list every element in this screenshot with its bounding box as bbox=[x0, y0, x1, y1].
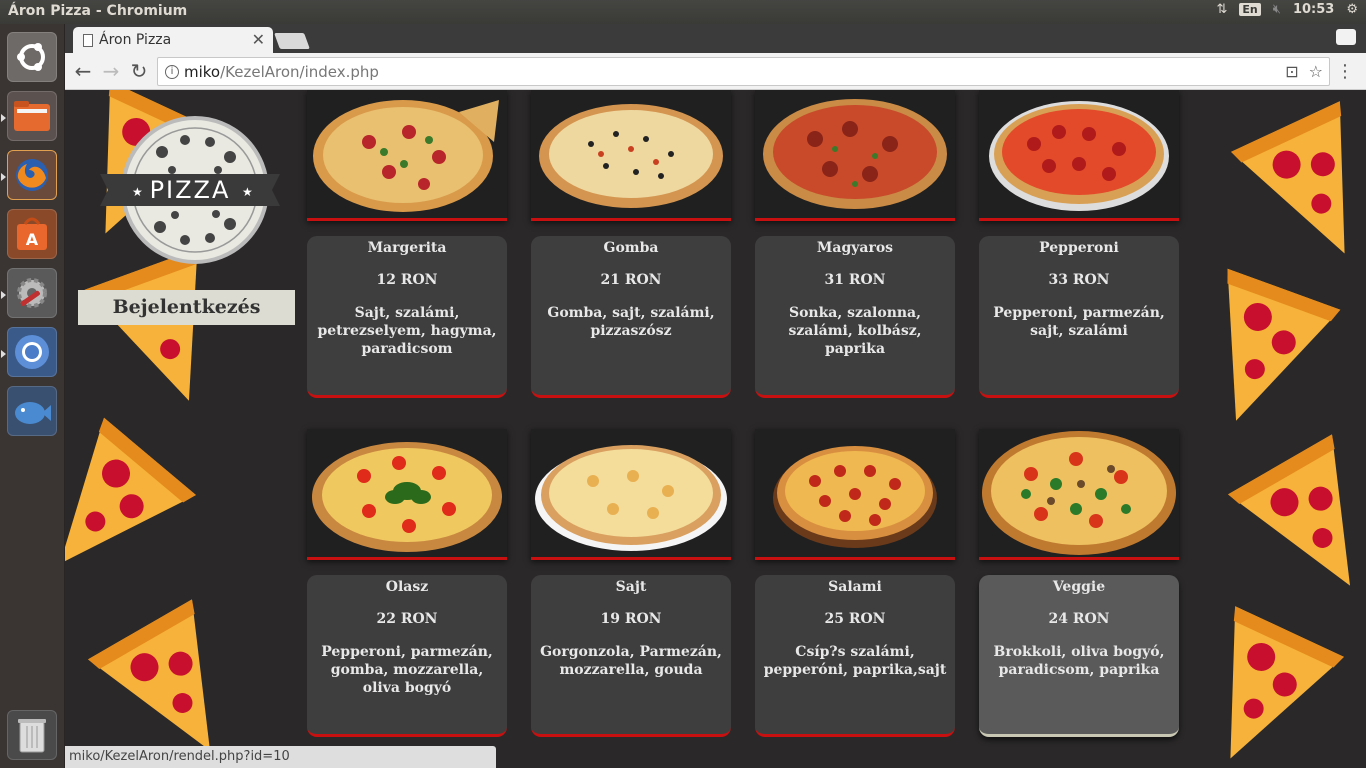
pizza-image[interactable] bbox=[531, 90, 731, 221]
logo-text: PIZZA bbox=[150, 176, 231, 204]
clock[interactable]: 10:53 bbox=[1293, 2, 1334, 17]
pizza-card[interactable]: Salami 25 RON Csíp?s szalámi, pepperóni,… bbox=[755, 429, 955, 737]
pizza-info[interactable]: Veggie 24 RON Brokkoli, oliva bogyó, par… bbox=[979, 575, 1179, 737]
close-icon[interactable]: ✕ bbox=[252, 30, 265, 49]
pizza-price: 12 RON bbox=[376, 272, 438, 288]
pizza-name: Olasz bbox=[385, 579, 429, 595]
back-arrow-icon[interactable]: ← bbox=[71, 59, 95, 83]
pizza-price: 21 RON bbox=[600, 272, 662, 288]
pizza-card[interactable]: Olasz 22 RON Pepperoni, parmezán, gomba,… bbox=[307, 429, 507, 737]
pizza-name: Pepperoni bbox=[1039, 240, 1119, 256]
svg-text:★: ★ bbox=[242, 185, 253, 199]
tab-bar: Áron Pizza ✕ bbox=[65, 24, 1366, 53]
settings-gear-icon[interactable]: ⚙ bbox=[1346, 2, 1358, 17]
pizza-name: Margerita bbox=[367, 240, 447, 256]
browser-tab[interactable]: Áron Pizza ✕ bbox=[73, 27, 273, 53]
pizza-name: Gomba bbox=[603, 240, 659, 256]
pizza-card[interactable]: Magyaros 31 RON Sonka, szalonna, szalámi… bbox=[755, 90, 955, 398]
page-content: PIZZA ★ ★ Bejelentkezés Margerita 12 RON… bbox=[65, 90, 1366, 768]
pizza-ingredients: Sajt, szalámi, petrezselyem, hagyma, par… bbox=[317, 305, 497, 357]
pizza-ingredients: Gorgonzola, Parmezán, mozzarella, gouda bbox=[540, 644, 722, 678]
window-title: Áron Pizza - Chromium bbox=[8, 3, 188, 19]
pizza-name: Salami bbox=[828, 579, 882, 595]
pizza-card[interactable]: Sajt 19 RON Gorgonzola, Parmezán, mozzar… bbox=[531, 429, 731, 737]
top-panel: Áron Pizza - Chromium ⇅ En 🔇︎ 10:53 ⚙ bbox=[0, 0, 1366, 24]
ubuntu-dash-icon[interactable] bbox=[7, 32, 57, 82]
pizza-slice-icon bbox=[1163, 593, 1358, 768]
new-tab-button[interactable] bbox=[274, 33, 310, 49]
pizza-price: 19 RON bbox=[600, 611, 662, 627]
pizza-info[interactable]: Pepperoni 33 RON Pepperoni, parmezán, sa… bbox=[979, 236, 1179, 398]
firefox-icon[interactable] bbox=[1, 150, 57, 200]
pizza-image[interactable] bbox=[307, 90, 507, 221]
system-settings-icon[interactable] bbox=[1, 268, 57, 318]
pizza-name: Veggie bbox=[1052, 579, 1106, 595]
files-icon[interactable] bbox=[1, 91, 57, 141]
indicators: ⇅ En 🔇︎ 10:53 ⚙ bbox=[1216, 2, 1358, 17]
browser-toolbar: ← → ↻ i miko/KezelAron/index.php ⊡ ☆ ⋮ bbox=[65, 53, 1366, 90]
launcher: A bbox=[0, 24, 65, 768]
status-bar-url: miko/KezelAron/rendel.php?id=10 bbox=[65, 746, 496, 768]
login-button[interactable]: Bejelentkezés bbox=[78, 290, 295, 325]
pizza-ingredients: Pepperoni, parmezán, gomba, mozzarella, … bbox=[321, 644, 493, 696]
pizza-price: 22 RON bbox=[376, 611, 438, 627]
pizza-image[interactable] bbox=[979, 429, 1179, 560]
pizza-name: Magyaros bbox=[816, 240, 894, 256]
address-bar[interactable]: i miko/KezelAron/index.php ⊡ ☆ bbox=[157, 57, 1330, 86]
pizza-image[interactable] bbox=[755, 90, 955, 221]
pizza-card[interactable]: Margerita 12 RON Sajt, szalámi, petrezse… bbox=[307, 90, 507, 398]
pizza-info[interactable]: Margerita 12 RON Sajt, szalámi, petrezse… bbox=[307, 236, 507, 398]
chromium-icon[interactable] bbox=[1, 327, 57, 377]
pizza-ingredients: Sonka, szalonna, szalámi, kolbász, papri… bbox=[788, 305, 922, 357]
pizza-ingredients: Gomba, sajt, szalámi, pizzaszósz bbox=[547, 305, 715, 339]
pizza-info[interactable]: Salami 25 RON Csíp?s szalámi, pepperóni,… bbox=[755, 575, 955, 737]
pizza-price: 31 RON bbox=[824, 272, 886, 288]
pizza-card[interactable]: Pepperoni 33 RON Pepperoni, parmezán, sa… bbox=[979, 90, 1179, 398]
tab-title: Áron Pizza bbox=[99, 32, 172, 48]
pizza-info[interactable]: Olasz 22 RON Pepperoni, parmezán, gomba,… bbox=[307, 575, 507, 737]
pizza-ingredients: Brokkoli, oliva bogyó, paradicsom, papri… bbox=[993, 644, 1165, 678]
pizza-image[interactable] bbox=[531, 429, 731, 560]
pizza-info[interactable]: Magyaros 31 RON Sonka, szalonna, szalámi… bbox=[755, 236, 955, 398]
info-icon[interactable]: i bbox=[165, 65, 179, 79]
url-host: miko bbox=[184, 63, 221, 81]
pizza-image[interactable] bbox=[979, 90, 1179, 221]
software-center-icon[interactable]: A bbox=[7, 209, 57, 259]
pizza-card[interactable]: Veggie 24 RON Brokkoli, oliva bogyó, par… bbox=[979, 429, 1179, 737]
url-path: /KezelAron/index.php bbox=[220, 63, 379, 81]
profile-icon[interactable] bbox=[1336, 29, 1356, 45]
pizza-ingredients: Pepperoni, parmezán, sajt, szalámi bbox=[993, 305, 1165, 339]
trash-icon[interactable] bbox=[7, 710, 57, 760]
pizza-info[interactable]: Sajt 19 RON Gorgonzola, Parmezán, mozzar… bbox=[531, 575, 731, 737]
bookmark-star-icon[interactable]: ☆ bbox=[1309, 62, 1323, 81]
menu-icon[interactable]: ⋮ bbox=[1336, 61, 1354, 82]
pizza-price: 24 RON bbox=[1048, 611, 1110, 627]
pizza-logo[interactable]: PIZZA ★ ★ bbox=[100, 112, 280, 272]
reload-icon[interactable]: ↻ bbox=[127, 59, 151, 83]
keyboard-layout[interactable]: En bbox=[1239, 3, 1261, 16]
sidebar: PIZZA ★ ★ Bejelentkezés bbox=[78, 90, 295, 768]
network-icon[interactable]: ⇅ bbox=[1216, 2, 1227, 17]
pizza-ingredients: Csíp?s szalámi, pepperóni, paprika,sajt bbox=[763, 644, 947, 678]
svg-text:★: ★ bbox=[132, 185, 143, 199]
forward-arrow-icon[interactable]: → bbox=[99, 59, 123, 83]
pizza-card[interactable]: Gomba 21 RON Gomba, sajt, szalámi, pizza… bbox=[531, 90, 731, 398]
shotwell-icon[interactable] bbox=[7, 386, 57, 436]
page-icon bbox=[83, 34, 93, 47]
pizza-info[interactable]: Gomba 21 RON Gomba, sajt, szalámi, pizza… bbox=[531, 236, 731, 398]
pizza-price: 33 RON bbox=[1048, 272, 1110, 288]
svg-text:A: A bbox=[26, 230, 39, 249]
volume-muted-icon[interactable]: 🔇︎ bbox=[1273, 2, 1281, 17]
pizza-name: Sajt bbox=[615, 579, 647, 595]
pizza-slice-icon bbox=[1167, 256, 1353, 454]
pizza-image[interactable] bbox=[307, 429, 507, 560]
translate-icon[interactable]: ⊡ bbox=[1285, 62, 1298, 81]
pizza-price: 25 RON bbox=[824, 611, 886, 627]
pizza-image[interactable] bbox=[755, 429, 955, 560]
